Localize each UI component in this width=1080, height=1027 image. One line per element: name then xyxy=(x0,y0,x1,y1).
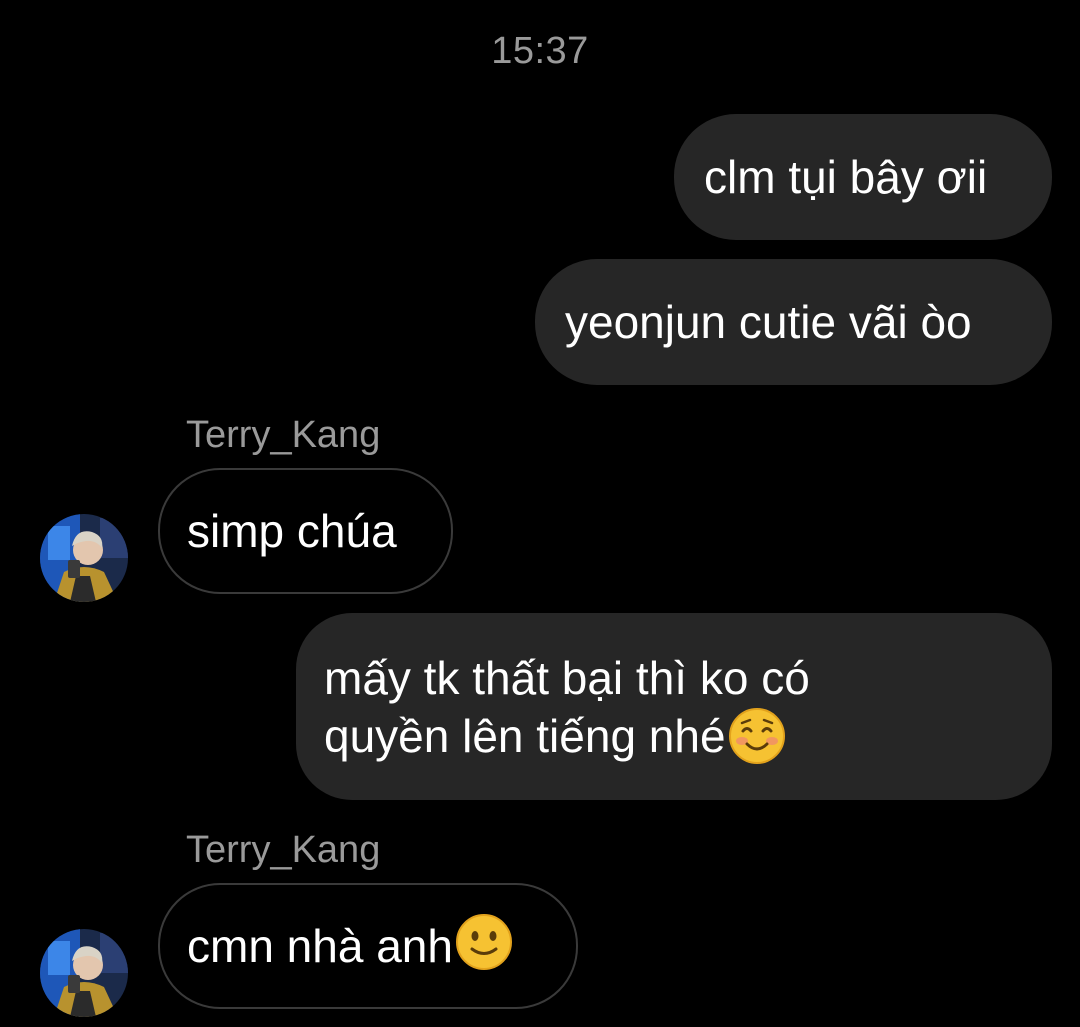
avatar-image xyxy=(40,514,128,602)
message-bubble-outgoing[interactable]: mấy tk thất bại thì ko có quyền lên tiến… xyxy=(296,613,1052,800)
avatar[interactable] xyxy=(40,929,128,1017)
message-text: yeonjun cutie vãi òo xyxy=(565,296,972,348)
message-text-line-1: mấy tk thất bại thì ko có xyxy=(324,652,810,704)
avatar[interactable] xyxy=(40,514,128,602)
message-bubble-outgoing[interactable]: clm tụi bây ơii xyxy=(674,114,1052,240)
message-bubble-incoming[interactable]: cmn nhà anh xyxy=(158,883,578,1009)
message-text: clm tụi bây ơii xyxy=(704,151,988,203)
sender-name: Terry_Kang xyxy=(186,414,381,456)
message-text-line-2: quyền lên tiếng nhé xyxy=(324,707,1024,769)
sender-name: Terry_Kang xyxy=(186,829,381,871)
chat-timestamp: 15:37 xyxy=(491,30,589,72)
slightly-smiling-face-icon xyxy=(455,914,512,970)
message-bubble-incoming[interactable]: simp chúa xyxy=(158,468,453,594)
message-bubble-outgoing[interactable]: yeonjun cutie vãi òo xyxy=(535,259,1052,385)
message-text: cmn nhà anh xyxy=(187,920,453,972)
message-text: simp chúa xyxy=(187,505,397,557)
avatar-image xyxy=(40,929,128,1017)
smiling-face-icon xyxy=(728,707,785,764)
message-text-line-2-text: quyền lên tiếng nhé xyxy=(324,710,726,762)
